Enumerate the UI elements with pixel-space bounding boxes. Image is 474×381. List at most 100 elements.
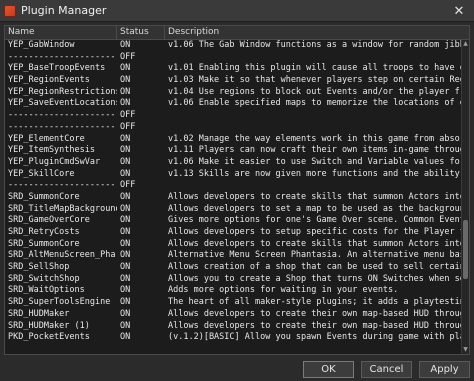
table-row[interactable]: SRD_SellShop ON Allows creation of a shop … <box>5 262 461 274</box>
plugin-description-cell: Allows developers to set a map to be use… <box>168 203 461 214</box>
table-row[interactable]: SRD_AltMenuScreen_Pha...ON Alternative Me… <box>5 250 461 262</box>
column-header-description[interactable]: Description <box>165 26 469 39</box>
plugin-description-cell: v1.11 Players can now craft their own it… <box>168 145 461 156</box>
plugin-status-cell: ON <box>120 297 131 308</box>
plugin-status-cell: ON <box>120 227 131 237</box>
table-row[interactable]: YEP_RegionEvents ON v1.03 Make it so that … <box>5 75 461 87</box>
cancel-button[interactable]: Cancel <box>361 361 412 378</box>
plugin-description-cell: v1.01 Enabling this plugin will cause al… <box>168 63 461 74</box>
column-header-status[interactable]: Status <box>117 26 165 39</box>
plugin-description-cell: The heart of all maker-style plugins; it… <box>168 297 461 308</box>
plugin-description-cell: Allows developers to create skills that … <box>168 191 461 202</box>
plugin-name-cell: SRD_SummonCore <box>8 238 80 249</box>
plugin-name-cell: SRD_SuperToolsEngine <box>8 297 111 308</box>
plugin-name-cell: YEP_ItemSynthesis <box>8 145 95 156</box>
table-row[interactable]: SRD_TitleMapBackground ON Allows developer… <box>5 204 461 216</box>
plugin-name-cell: --------------------- <box>8 180 116 191</box>
plugin-status-cell: ON <box>120 63 131 74</box>
plugin-name-cell: PKD_PocketEvents <box>8 332 90 343</box>
plugin-name-cell: --------------------- <box>8 110 116 121</box>
plugin-status-cell: ON <box>120 285 131 296</box>
window-title: Plugin Manager <box>21 4 107 17</box>
table-row[interactable]: --------------------- OFF <box>5 180 461 192</box>
vertical-scrollbar[interactable]: ▲ ▼ <box>461 40 469 354</box>
table-row[interactable]: SRD_SummonCore ON Allows developers to cre… <box>5 239 461 251</box>
table-row[interactable]: SRD_HUDMaker ON Allows developers to creat… <box>5 309 461 321</box>
table-row[interactable]: YEP_PluginCmdSwVar ON v1.06 Make it easier… <box>5 157 461 169</box>
plugin-status-cell: ON <box>120 75 131 86</box>
plugin-status-cell: ON <box>120 40 131 50</box>
table-row[interactable]: SRD_WaitOptions ON Adds more options for w… <box>5 285 461 297</box>
plugin-description-cell: (v.1.2)[BASIC] Allow you spawn Events du… <box>168 332 461 343</box>
table-row[interactable]: PKD_PocketEvents ON (v.1.2)[BASIC] Allow y… <box>5 332 461 344</box>
plugin-description-cell: Allows developers to create their own ma… <box>168 320 461 331</box>
table-row[interactable]: YEP_SaveEventLocations ON v1.06 Enable spe… <box>5 98 461 110</box>
rpgmaker-icon <box>4 4 16 17</box>
table-row[interactable]: SRD_HUDMaker (1) ON Allows developers to c… <box>5 321 461 333</box>
plugin-description-cell: Allows creation of a shop that can be us… <box>168 262 461 273</box>
plugin-description-cell: Adds more options for waiting in your ev… <box>168 285 399 296</box>
plugin-description-cell: v1.13 Skills are now given more function… <box>168 168 461 179</box>
table-row[interactable]: YEP_SkillCore ON v1.13 Skills are now give… <box>5 169 461 181</box>
scroll-up-arrow-icon[interactable]: ▲ <box>462 40 469 48</box>
plugin-status-cell: OFF <box>120 110 136 121</box>
plugin-name-cell: YEP_SkillCore <box>8 168 75 179</box>
table-row[interactable]: SRD_SuperToolsEngine ON The heart of all m… <box>5 297 461 309</box>
plugin-description-cell: v1.02 Manage the way elements work in th… <box>168 133 461 144</box>
plugin-status-cell: ON <box>120 86 131 97</box>
table-row[interactable]: YEP_RegionRestrictions ON v1.04 Use region… <box>5 87 461 99</box>
table-body: YEP_GabWindow ON v1.06 The Gab Window func… <box>5 40 461 344</box>
plugin-status-cell: ON <box>120 273 131 284</box>
plugin-description-cell: v1.04 Use regions to block out Events an… <box>168 86 461 97</box>
plugin-description-cell: v1.03 Make it so that whenever players s… <box>168 75 461 86</box>
plugin-name-cell: YEP_ElementCore <box>8 133 85 144</box>
table-row[interactable]: SRD_GameOverCore ON Gives more options for… <box>5 215 461 227</box>
scroll-down-arrow-icon[interactable]: ▼ <box>462 346 469 354</box>
table-row[interactable]: YEP_GabWindow ON v1.06 The Gab Window func… <box>5 40 461 52</box>
plugin-name-cell: SRD_GameOverCore <box>8 215 90 226</box>
plugin-status-cell: ON <box>120 203 131 214</box>
dialog-footer: OK Cancel Apply <box>0 358 474 381</box>
plugin-name-cell: SRD_WaitOptions <box>8 285 85 296</box>
plugin-description-cell: v1.06 Make it easier to use Switch and V… <box>168 156 461 167</box>
column-header-name[interactable]: Name <box>5 26 117 39</box>
table-row[interactable]: SRD_SwitchShop ON Allows you to create a S… <box>5 274 461 286</box>
table-row[interactable]: SRD_RetryCosts ON Allows developers to set… <box>5 227 461 239</box>
table-row[interactable]: YEP_ElementCore ON v1.02 Manage the way el… <box>5 134 461 146</box>
plugin-name-cell: SRD_HUDMaker <box>8 308 70 319</box>
scrollbar-thumb[interactable] <box>463 219 468 280</box>
plugin-status-cell: ON <box>120 320 131 331</box>
plugin-name-cell: SRD_SummonCore <box>8 191 80 202</box>
plugin-name-cell: SRD_SwitchShop <box>8 273 80 284</box>
apply-button[interactable]: Apply <box>419 361 470 378</box>
plugin-status-cell: ON <box>120 332 131 343</box>
plugin-status-cell: ON <box>120 250 131 261</box>
plugin-status-cell: ON <box>120 308 131 319</box>
table-row[interactable]: --------------------- OFF <box>5 122 461 134</box>
plugin-description-cell: Alternative Menu Screen Phantasia. An al… <box>168 250 461 261</box>
table-row[interactable]: SRD_SummonCore ON Allows developers to cre… <box>5 192 461 204</box>
table-row[interactable]: --------------------- OFF <box>5 110 461 122</box>
plugin-status-cell: OFF <box>120 121 136 132</box>
plugin-description-cell: Allows developers to create their own ma… <box>168 308 461 319</box>
plugin-name-cell: --------------------- <box>8 121 116 132</box>
plugin-name-cell: SRD_HUDMaker (1) <box>8 320 90 331</box>
plugin-status-cell: OFF <box>120 51 136 62</box>
plugin-description-cell: v1.06 The Gab Window functions as a wind… <box>168 40 461 50</box>
plugin-status-cell: ON <box>120 168 131 179</box>
plugin-name-cell: SRD_TitleMapBackground <box>8 203 117 214</box>
table-row[interactable]: --------------------- OFF <box>5 52 461 64</box>
plugin-status-cell: OFF <box>120 180 136 191</box>
plugin-list[interactable]: Name Status Description YEP_GabWindow ON v… <box>4 25 470 355</box>
plugin-status-cell: ON <box>120 191 131 202</box>
plugin-description-cell: Allows you to create a Shop that turns O… <box>168 273 461 284</box>
plugin-status-cell: ON <box>120 238 131 249</box>
plugin-status-cell: ON <box>120 98 131 109</box>
ok-button[interactable]: OK <box>303 361 354 378</box>
plugin-description-cell: Allows developers to create skills that … <box>168 238 461 249</box>
close-button[interactable]: ✕ <box>444 0 474 22</box>
plugin-name-cell: YEP_SaveEventLocations <box>8 98 117 109</box>
table-row[interactable]: YEP_BaseTroopEvents ON v1.01 Enabling this… <box>5 63 461 75</box>
table-row[interactable]: YEP_ItemSynthesis ON v1.11 Players can now… <box>5 145 461 157</box>
plugin-description-cell: Allows developers to setup specific cost… <box>168 227 461 237</box>
